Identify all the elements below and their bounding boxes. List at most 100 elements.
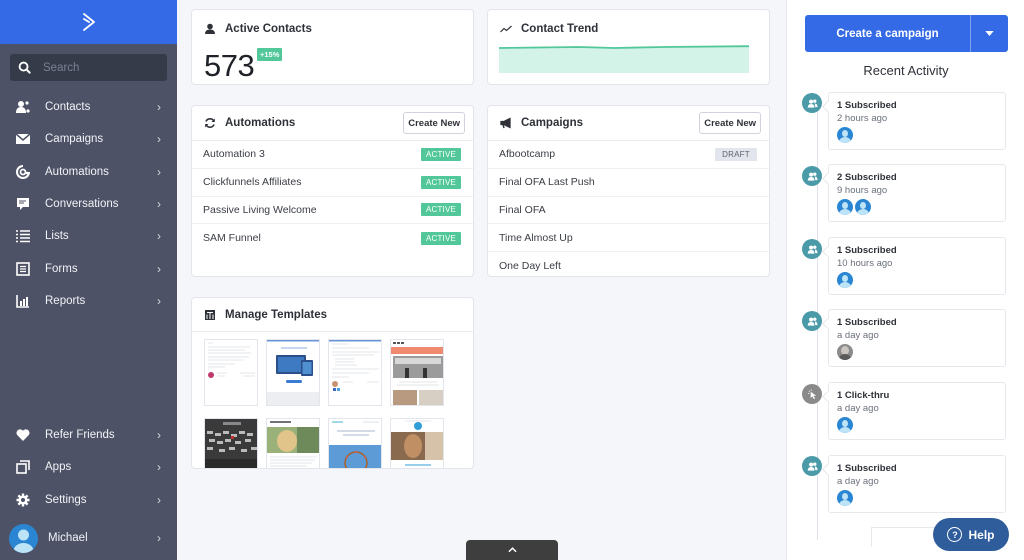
activity-item[interactable]: 1 Subscribed a day ago [828, 455, 1006, 513]
activity-time: a day ago [837, 476, 879, 487]
status-badge: ACTIVE [421, 231, 461, 245]
campaign-row[interactable]: One Day Left [488, 252, 769, 280]
card-title: Campaigns [521, 117, 583, 129]
contact-avatar[interactable] [855, 199, 871, 215]
cta-dropdown-toggle[interactable] [971, 15, 1008, 52]
activity-item[interactable]: 1 Subscribed 10 hours ago [828, 237, 1006, 295]
brand-logo[interactable] [0, 0, 177, 44]
sidebar-item-refer-friends[interactable]: Refer Friends › [0, 419, 177, 451]
chevron-right-icon: › [157, 229, 161, 244]
sidebar: Contacts › Campaigns › Automations › Con… [0, 0, 177, 560]
template-thumbnail[interactable] [204, 418, 258, 469]
template-thumbnail[interactable] [204, 339, 258, 406]
create-campaign-button[interactable]: Create New [699, 112, 761, 134]
activity-time: 9 hours ago [837, 185, 888, 196]
refresh-icon [204, 117, 216, 129]
sidebar-item-campaigns[interactable]: Campaigns › [0, 123, 177, 155]
templates-card: Manage Templates [191, 297, 474, 469]
status-badge: DRAFT [715, 147, 757, 161]
automation-row[interactable]: Passive Living Welcome ACTIVE [192, 197, 473, 225]
campaign-row[interactable]: Final OFA [488, 197, 769, 225]
chevron-up-icon [507, 547, 517, 553]
search-input[interactable] [43, 61, 163, 74]
user-avatar [9, 523, 38, 553]
activity-item[interactable]: 1 Subscribed 2 hours ago [828, 92, 1006, 150]
automation-icon [16, 164, 30, 179]
activity-title: 1 Subscribed [837, 463, 897, 474]
chevron-right-icon: › [157, 293, 161, 308]
sidebar-item-reports[interactable]: Reports › [0, 285, 177, 317]
secondary-nav: Refer Friends › Apps › Settings › [0, 419, 177, 516]
campaign-row[interactable]: Final OFA Last Push [488, 169, 769, 197]
template-thumbnail[interactable] [390, 339, 444, 406]
scroll-up-button[interactable] [466, 540, 558, 560]
contact-avatar[interactable] [837, 272, 853, 288]
template-thumbnail[interactable] [328, 339, 382, 406]
chevron-right-icon: › [157, 164, 161, 179]
sidebar-item-label: Automations [45, 165, 109, 178]
campaign-row[interactable]: Time Almost Up [488, 224, 769, 253]
automation-row[interactable]: Clickfunnels Affiliates ACTIVE [192, 169, 473, 197]
sidebar-item-label: Apps [45, 461, 72, 474]
sidebar-item-conversations[interactable]: Conversations › [0, 188, 177, 220]
user-icon [204, 23, 216, 35]
list-icon [16, 229, 30, 243]
template-thumbnail[interactable] [328, 418, 382, 469]
activity-time: a day ago [837, 330, 879, 341]
user-menu[interactable]: Michael › [0, 522, 177, 554]
trend-sparkline [499, 45, 749, 73]
card-title: Active Contacts [225, 23, 312, 35]
template-thumbnail[interactable] [390, 418, 444, 469]
automation-row[interactable]: Automation 3 ACTIVE [192, 141, 473, 169]
search-icon [18, 61, 31, 74]
contact-trend-card: Contact Trend [487, 9, 770, 85]
activity-item[interactable]: 2 Subscribed 9 hours ago [828, 164, 1006, 222]
campaign-row[interactable]: Afbootcamp DRAFT [488, 141, 769, 169]
logo-chevron-icon [82, 13, 95, 31]
heart-icon [16, 428, 30, 442]
contact-photo-avatar[interactable] [837, 344, 853, 360]
sidebar-item-settings[interactable]: Settings › [0, 484, 177, 516]
template-thumbnail[interactable] [266, 339, 320, 406]
sidebar-item-contacts[interactable]: Contacts › [0, 91, 177, 123]
chat-icon [16, 197, 30, 211]
sidebar-item-apps[interactable]: Apps › [0, 451, 177, 483]
sidebar-item-label: Lists [45, 230, 69, 243]
sidebar-item-lists[interactable]: Lists › [0, 220, 177, 252]
sidebar-item-automations[interactable]: Automations › [0, 156, 177, 188]
contact-avatar[interactable] [837, 199, 853, 215]
sidebar-item-label: Conversations [45, 198, 119, 211]
sidebar-item-forms[interactable]: Forms › [0, 252, 177, 284]
contact-avatar[interactable] [837, 490, 853, 506]
automation-list: Automation 3 ACTIVE Clickfunnels Affiliat… [192, 141, 473, 252]
activity-item[interactable]: 1 Subscribed a day ago [828, 309, 1006, 367]
template-thumbnail[interactable] [266, 418, 320, 469]
chevron-right-icon: › [157, 531, 161, 545]
automation-name: Clickfunnels Affiliates [203, 176, 302, 189]
status-badge: ACTIVE [421, 203, 461, 217]
automation-name: SAM Funnel [203, 232, 261, 245]
megaphone-icon [500, 117, 512, 129]
create-a-campaign-button[interactable]: Create a campaign [805, 15, 971, 52]
sidebar-item-label: Refer Friends [45, 429, 115, 442]
automations-card: Automations Create New Automation 3 ACTIV… [191, 105, 474, 277]
automation-row[interactable]: SAM Funnel ACTIVE [192, 224, 473, 252]
campaigns-card: Campaigns Create New Afbootcamp DRAFT Fin… [487, 105, 770, 277]
card-title: Manage Templates [225, 308, 328, 321]
sidebar-item-label: Settings [45, 493, 87, 506]
right-panel: Create a campaign Recent Activity 1 Subs… [786, 0, 1024, 560]
activity-title: 2 Subscribed [837, 172, 897, 183]
help-button[interactable]: ? Help [933, 518, 1009, 551]
contact-avatar[interactable] [837, 127, 853, 143]
subscribed-icon [802, 239, 822, 259]
campaign-name: Time Almost Up [499, 231, 573, 244]
user-name: Michael [48, 532, 88, 544]
contact-avatar[interactable] [837, 417, 853, 433]
sidebar-item-label: Forms [45, 262, 78, 275]
activity-item[interactable]: 1 Click-thru a day ago [828, 382, 1006, 440]
trend-area [499, 46, 749, 73]
search-box[interactable] [10, 54, 167, 81]
create-automation-button[interactable]: Create New [403, 112, 465, 134]
chevron-right-icon: › [157, 197, 161, 212]
form-icon [16, 261, 30, 276]
